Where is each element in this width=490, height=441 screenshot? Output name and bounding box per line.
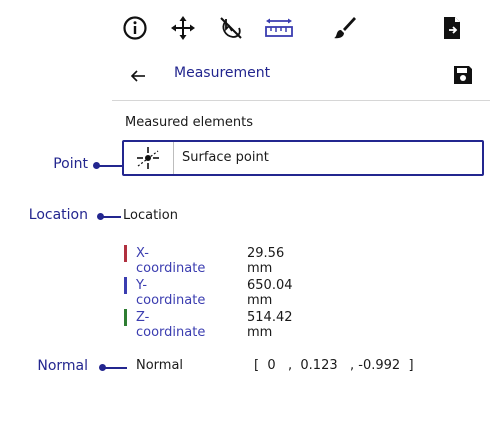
measured-element-item[interactable]: Surface point	[122, 140, 484, 176]
z-color-bar	[124, 309, 127, 326]
coordinate-value: 29.56 mm	[247, 246, 285, 276]
header-divider	[112, 100, 490, 101]
export-file-icon	[444, 17, 460, 39]
x-color-bar	[124, 245, 127, 262]
callout-location-label: Location	[28, 207, 88, 223]
coordinate-name: Z-coordinate	[136, 310, 206, 340]
normal-vector-value: [ 0 , 0.123 , -0.992 ]	[254, 358, 414, 373]
export-button[interactable]	[430, 8, 476, 48]
move-icon	[171, 16, 195, 40]
info-button[interactable]	[112, 8, 158, 48]
surface-point-icon	[128, 145, 168, 171]
info-icon	[123, 16, 147, 40]
callout-normal-label: Normal	[37, 358, 88, 374]
save-icon	[454, 66, 472, 84]
location-label: Location	[123, 208, 178, 223]
page-title: Measurement	[174, 65, 271, 81]
save-button[interactable]	[450, 62, 476, 88]
measured-elements-label: Measured elements	[125, 115, 254, 130]
no-selection-button[interactable]	[208, 8, 254, 48]
back-button[interactable]	[126, 64, 150, 88]
normal-label: Normal	[136, 358, 184, 373]
coordinate-value: 514.42 mm	[247, 310, 293, 340]
move-button[interactable]	[160, 8, 206, 48]
measure-button[interactable]	[256, 8, 302, 48]
brush-icon	[334, 17, 356, 39]
arrow-left-icon	[130, 70, 145, 82]
coordinate-name: X-coordinate	[136, 246, 206, 276]
callout-normal-line	[103, 366, 127, 369]
y-color-bar	[124, 277, 127, 294]
callout-point-label: Point	[53, 156, 88, 172]
callout-point-line	[97, 164, 123, 167]
toolbar	[112, 8, 488, 48]
element-name: Surface point	[182, 150, 269, 165]
callout-location-line	[101, 215, 121, 218]
coordinate-value: 650.04 mm	[247, 278, 293, 308]
brush-button[interactable]	[322, 8, 368, 48]
element-separator	[173, 142, 174, 174]
panel-header: Measurement	[112, 56, 488, 96]
no-selection-icon	[220, 17, 242, 39]
measure-ruler-icon	[265, 18, 293, 37]
coordinate-name: Y-coordinate	[136, 278, 206, 308]
